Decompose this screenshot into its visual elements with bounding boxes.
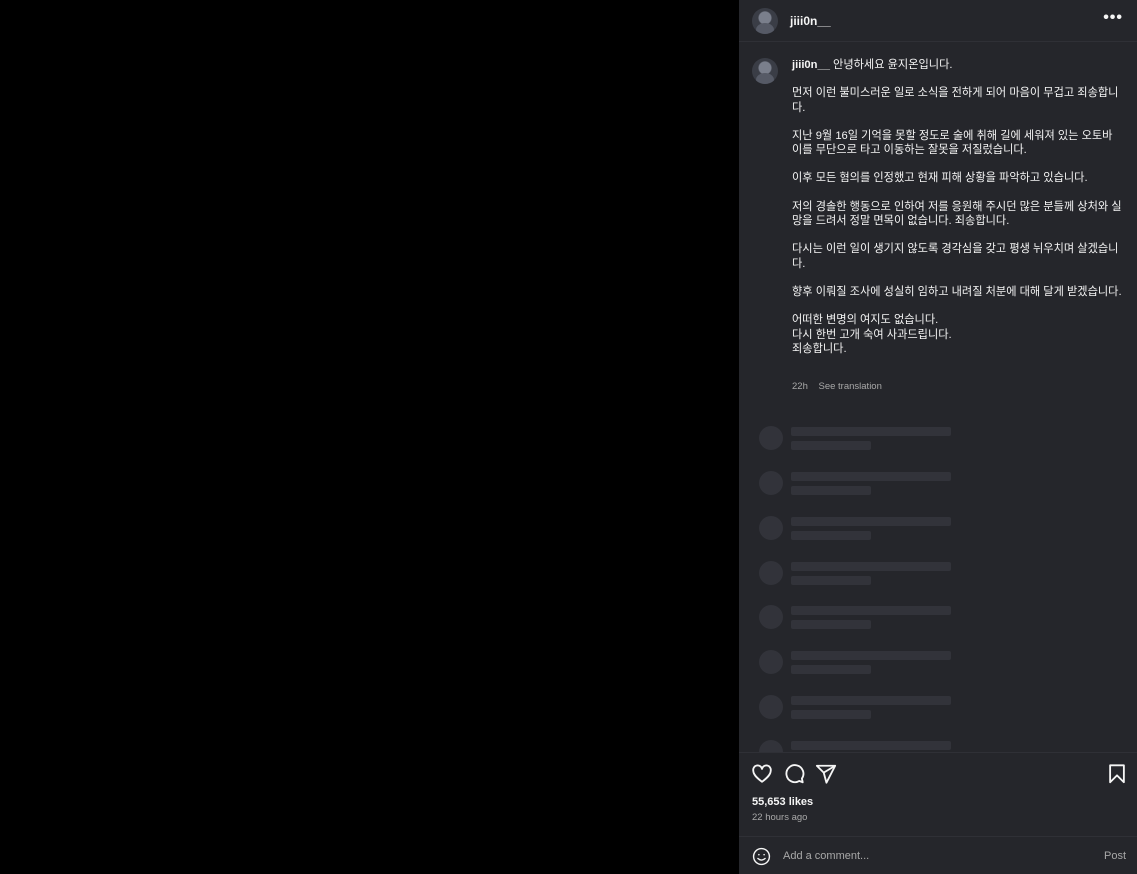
post-comment-button[interactable]: Post	[1104, 850, 1126, 862]
placeholder-line	[791, 531, 871, 540]
comment-loading-placeholder	[759, 605, 959, 635]
comment-composer: Post	[739, 836, 1137, 874]
placeholder-line	[791, 710, 871, 719]
bookmark-icon[interactable]	[1106, 763, 1128, 785]
placeholder-avatar	[759, 650, 783, 674]
placeholder-line	[791, 441, 871, 450]
post-header: jiii0n__ •••	[739, 0, 1137, 42]
placeholder-line	[791, 472, 951, 481]
caption-paragraph: 다시는 이런 일이 생기지 않도록 경각심을 갖고 평생 뉘우치며 살겠습니다.	[792, 243, 1119, 270]
smiley-icon[interactable]	[752, 847, 771, 866]
comment-loading-placeholder	[759, 695, 959, 725]
placeholder-avatar	[759, 740, 783, 752]
placeholder-line	[791, 696, 951, 705]
placeholder-line	[791, 651, 951, 660]
placeholder-line	[791, 620, 871, 629]
caption-closing-line: 다시 한번 고개 숙여 사과드립니다.	[792, 328, 952, 341]
caption-greeting: 안녕하세요 윤지온입니다.	[833, 59, 953, 71]
caption-username[interactable]: jiii0n__	[792, 59, 830, 71]
post-media	[0, 0, 739, 874]
post-timestamp[interactable]: 22 hours ago	[752, 812, 807, 823]
caption-paragraph: 지난 9월 16일 기억을 못할 정도로 술에 취해 길에 세워져 있는 오토바…	[792, 129, 1113, 157]
caption-closing-line: 죄송합니다.	[792, 343, 847, 356]
comment-loading-placeholder	[759, 650, 959, 680]
post-side-panel: jiii0n__ ••• jiii0n__ 안녕하세요 윤지온입니다. 먼저 이…	[739, 0, 1137, 874]
caption-meta: 22h See translation	[792, 381, 882, 392]
caption-paragraph: 저의 경솔한 행동으로 인하여 저를 응원해 주시던 많은 분들께 상처와 실망…	[792, 200, 1122, 228]
placeholder-avatar	[759, 605, 783, 629]
caption-closing: 어떠한 변명의 여지도 없습니다. 다시 한번 고개 숙여 사과드립니다. 죄송…	[792, 313, 1122, 357]
placeholder-avatar	[759, 516, 783, 540]
author-username[interactable]: jiii0n__	[790, 14, 831, 28]
comment-loading-placeholder	[759, 471, 959, 501]
placeholder-line	[791, 606, 951, 615]
author-avatar[interactable]	[752, 8, 778, 34]
heart-icon[interactable]	[751, 763, 773, 785]
caption-paragraph: 먼저 이런 불미스러운 일로 소식을 전하게 되어 마음이 무겁고 죄송합니다.	[792, 87, 1119, 114]
caption-paragraph: 이후 모든 혐의를 인정했고 현재 피해 상황을 파악하고 있습니다.	[792, 172, 1088, 185]
comment-icon[interactable]	[783, 763, 805, 785]
comment-loading-placeholder	[759, 516, 959, 546]
placeholder-avatar	[759, 695, 783, 719]
likes-count[interactable]: 55,653 likes	[752, 796, 813, 808]
see-translation-link[interactable]: See translation	[819, 381, 882, 392]
placeholder-line	[791, 486, 871, 495]
placeholder-line	[791, 427, 951, 436]
paper-plane-icon[interactable]	[815, 763, 837, 785]
placeholder-avatar	[759, 561, 783, 585]
comment-loading-placeholder	[759, 426, 959, 456]
placeholder-avatar	[759, 426, 783, 450]
caption-age: 22h	[792, 381, 808, 392]
placeholder-avatar	[759, 471, 783, 495]
placeholder-line	[791, 576, 871, 585]
caption-paragraph: 향후 이뤄질 조사에 성실히 임하고 내려질 처분에 대해 달게 받겠습니다.	[792, 285, 1122, 298]
placeholder-line	[791, 562, 951, 571]
placeholder-line	[791, 741, 951, 750]
placeholder-line	[791, 517, 951, 526]
caption-avatar[interactable]	[752, 58, 778, 84]
post-caption: jiii0n__ 안녕하세요 윤지온입니다. 먼저 이런 불미스러운 일로 소식…	[792, 58, 1122, 357]
post-actions-bar	[739, 752, 1137, 796]
comment-input[interactable]	[783, 846, 1083, 866]
placeholder-line	[791, 665, 871, 674]
comment-loading-placeholder	[759, 740, 959, 752]
comment-loading-placeholder	[759, 561, 959, 591]
caption-closing-line: 어떠한 변명의 여지도 없습니다.	[792, 314, 939, 327]
more-horizontal-icon[interactable]: •••	[1103, 9, 1123, 27]
